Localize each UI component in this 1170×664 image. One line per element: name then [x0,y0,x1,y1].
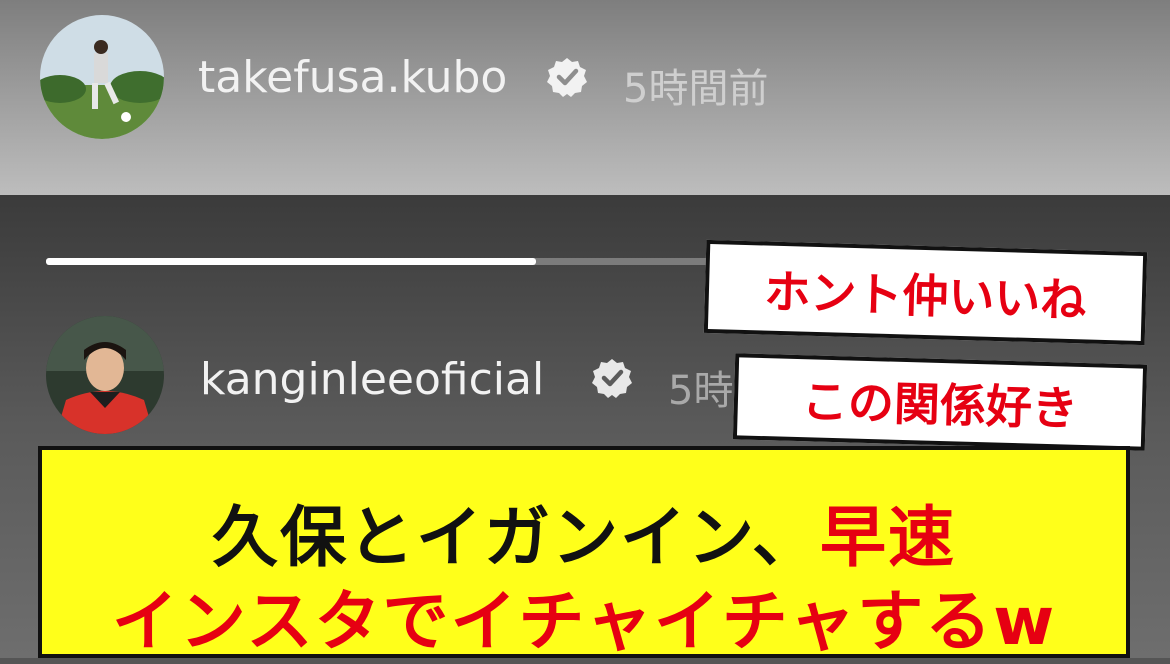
caption-highlight: 早速 [820,499,957,576]
caption-text: 久保とイガンイン、 [211,499,821,576]
avatar[interactable] [46,316,164,434]
username[interactable]: takefusa.kubo [198,52,507,103]
comment-bubble: ホント仲いいね [703,239,1148,346]
caption-box: 久保とイガンイン、早速 インスタでイチャイチャするw [38,446,1130,660]
verified-badge-icon [547,58,587,97]
player-photo-icon [46,316,164,434]
story-progress-bar [46,258,746,265]
story-progress-fill [46,258,536,265]
player-photo-icon [40,15,164,139]
avatar[interactable] [40,15,164,139]
caption-line-2: インスタでイチャイチャするw [111,583,1057,660]
username[interactable]: kanginleeoficial [200,354,544,405]
post-time: 5時 [668,368,734,414]
caption-line-1: 久保とイガンイン、早速 [42,484,1126,580]
comment-bubble: この関係好き [732,353,1148,451]
post-time: 5時間前 [623,66,769,112]
verified-badge-icon [592,359,632,398]
